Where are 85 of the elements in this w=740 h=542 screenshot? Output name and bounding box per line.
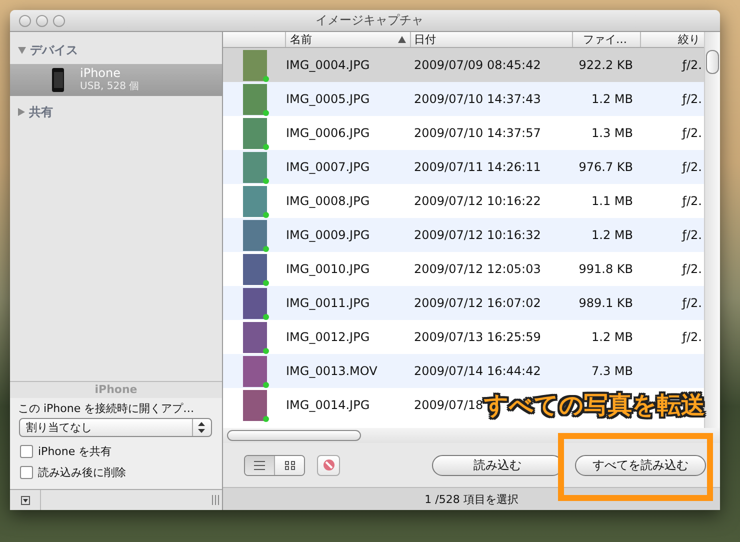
aperture-cell: ƒ/2. [682,194,702,208]
file-name: IMG_0004.JPG [286,58,370,72]
checkbox[interactable] [20,445,33,458]
file-size: 1.2 MB [592,228,633,242]
app-dropdown[interactable]: 割り当てなし [19,418,212,437]
table-row[interactable]: IMG_0013.MOV 2009/07/14 16:44:42 7.3 MB [223,354,704,388]
aperture-cell: ƒ/2. [682,58,702,72]
vertical-scrollbar[interactable] [704,32,720,428]
aperture-cell: ƒ/2. [682,92,702,106]
date-cell: 2009/07/12 10:16:32 [414,228,541,242]
file-size: 1.3 MB [592,126,633,140]
file-size: 976.7 KB [578,160,633,174]
annotation-text: すべての写真を転送 [484,390,705,421]
disclosure-triangle-icon[interactable] [18,46,26,54]
file-name: IMG_0012.JPG [286,330,370,344]
file-size: 922.2 KB [578,58,633,72]
aperture-cell: ƒ/2. [682,126,702,140]
checkbox-label: 読み込み後に削除 [38,465,126,480]
section-label: デバイス [30,42,78,58]
list-icon [254,460,265,470]
aperture-cell: ƒ/2. [682,160,702,174]
aperture-cell: ƒ/2. [682,228,702,242]
table-row[interactable]: IMG_0004.JPG 2009/07/09 08:45:42 922.2 KB ƒ/2. [223,48,704,82]
window-title: イメージキャプチャ [316,12,424,29]
table-row[interactable]: IMG_0005.JPG 2009/07/10 14:37:43 1.2 MB ƒ/2. [223,82,704,116]
date-cell: 2009/07/14 16:44:42 [414,364,541,378]
file-size: 1.2 MB [592,92,633,106]
disclosure-triangle-icon[interactable] [18,108,25,116]
checkbox[interactable] [20,466,33,479]
delete-button[interactable] [317,454,340,476]
date-cell: 2009/07/12 16:07:02 [414,296,541,310]
section-header[interactable]: デバイス [10,40,222,60]
column-header[interactable]: ファイ… [573,32,641,47]
column-header[interactable]: 名前 [286,32,411,47]
no-entry-icon [322,459,334,471]
column-header[interactable]: 日付 [411,32,573,47]
date-cell: 2009/07/18 [414,398,484,412]
file-name: IMG_0011.JPG [286,296,370,310]
resize-handle-icon[interactable] [212,495,222,505]
import-all-button[interactable]: すべてを読み込む [575,454,706,476]
file-name: IMG_0010.JPG [286,262,370,276]
file-name: IMG_0006.JPG [286,126,370,140]
device-name: iPhone [80,67,122,80]
date-cell: 2009/07/10 14:37:43 [414,92,541,106]
date-cell: 2009/07/11 14:26:11 [414,160,541,174]
table-row[interactable]: IMG_0009.JPG 2009/07/12 10:16:32 1.2 MB ƒ/2. [223,218,704,252]
file-name: IMG_0013.MOV [286,364,378,378]
section-header[interactable]: 共有 [10,102,222,122]
file-size: 1.2 MB [592,330,633,344]
sort-arrow-icon [398,36,406,43]
date-cell: 2009/07/12 10:16:22 [414,194,541,208]
status-text: 1 /528 項目を選択 [424,492,518,506]
file-name: IMG_0009.JPG [286,228,370,242]
file-name: IMG_0007.JPG [286,160,370,174]
aperture-cell: ƒ/2. [682,330,702,344]
section-label: 共有 [29,104,53,120]
file-name: IMG_0008.JPG [286,194,370,208]
aperture-cell: ƒ/2. [682,262,702,276]
file-size: 7.3 MB [592,364,633,378]
window-control-button[interactable] [36,14,48,26]
file-size: 991.8 KB [578,262,633,276]
date-cell: 2009/07/13 16:25:59 [414,330,541,344]
date-cell: 2009/07/12 12:05:03 [414,262,541,276]
date-cell: 2009/07/10 14:37:57 [414,126,541,140]
table-row[interactable]: IMG_0007.JPG 2009/07/11 14:26:11 976.7 KB ƒ/2. [223,150,704,184]
table-row[interactable]: IMG_0011.JPG 2009/07/12 16:07:02 989.1 KB ƒ/2. [223,286,704,320]
stepper-arrows-icon [192,419,205,436]
file-size: 989.1 KB [578,296,633,310]
checkbox-label: iPhone を共有 [38,444,112,459]
panel-title: iPhone [10,382,222,398]
file-name: IMG_0005.JPG [286,92,370,106]
date-cell: 2009/07/09 08:45:42 [414,58,541,72]
grid-view-button[interactable] [274,456,304,474]
column-header[interactable]: 絞り [641,32,704,47]
file-size: 1.1 MB [592,194,633,208]
grid-icon [284,460,294,470]
window-control-button[interactable] [19,14,31,26]
device-detail: USB, 528 個 [80,80,140,93]
aperture-cell: ƒ/2. [682,296,702,310]
list-view-button[interactable] [245,456,274,474]
file-name: IMG_0014.JPG [286,398,370,412]
field-label: この iPhone を接続時に開くアプ… [17,401,196,417]
phone-icon [52,68,64,92]
window-control-button[interactable] [53,14,65,26]
dropdown-icon [20,496,30,504]
